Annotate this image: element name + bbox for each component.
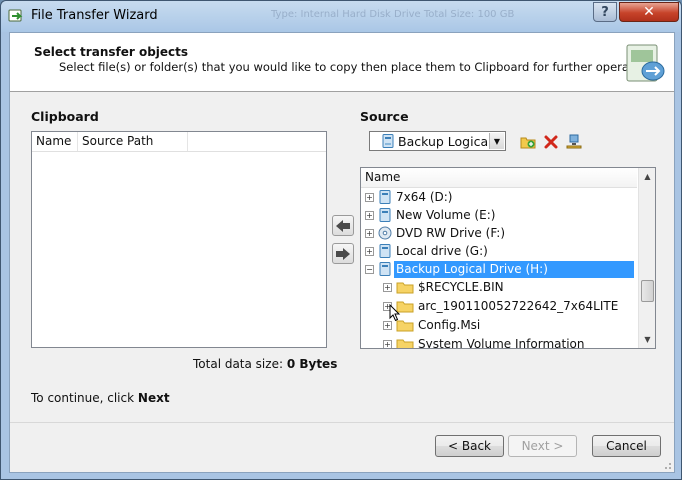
next-button[interactable]: Next > xyxy=(508,435,577,457)
drive-icon xyxy=(379,190,391,204)
tree-column-name[interactable]: Name xyxy=(361,168,637,188)
total-value: 0 Bytes xyxy=(286,357,338,371)
tree-item-label: System Volume Information xyxy=(418,336,585,349)
tree-item-recycle-bin[interactable]: + $RECYCLE.BIN xyxy=(383,278,506,296)
total-data-size: Total data size: 0 Bytes xyxy=(193,357,337,371)
resize-grip-icon[interactable] xyxy=(662,460,672,470)
tree-item-label: DVD RW Drive (F:) xyxy=(396,225,506,240)
tree-item-drive-g[interactable]: + Local drive (G:) xyxy=(365,242,490,260)
expand-icon[interactable]: + xyxy=(365,228,374,238)
expand-icon[interactable]: + xyxy=(365,210,374,220)
tree-item-drive-h[interactable]: − Backup Logical Drive (H:) xyxy=(365,260,634,278)
tree-item-label: Config.Msi xyxy=(418,317,481,332)
folder-icon xyxy=(396,282,414,294)
clipboard-list[interactable]: Name Source Path xyxy=(31,131,327,348)
collapse-icon[interactable]: − xyxy=(365,264,374,274)
scroll-thumb[interactable] xyxy=(641,280,654,302)
help-button[interactable]: ? xyxy=(593,2,617,22)
tree-item-label: Local drive (G:) xyxy=(396,243,488,258)
cancel-button[interactable]: Cancel xyxy=(592,435,661,457)
wizard-body: Select transfer objects Select file(s) o… xyxy=(9,32,675,473)
transfer-app-icon xyxy=(8,9,23,22)
tree-item-label: arc_190110052722642_7x64LITE xyxy=(418,298,619,313)
drive-icon xyxy=(379,262,391,276)
source-label: Source xyxy=(360,109,409,124)
scroll-down-icon[interactable]: ▼ xyxy=(639,331,655,348)
source-dropdown[interactable]: Backup Logical Drive (H:) ▼ xyxy=(369,131,506,151)
tree-item-drive-e[interactable]: + New Volume (E:) xyxy=(365,206,497,224)
column-source-path[interactable]: Source Path xyxy=(78,132,188,151)
continue-prefix: To continue, click xyxy=(31,391,135,405)
tree-item-drive-f[interactable]: + DVD RW Drive (F:) xyxy=(365,224,507,242)
drive-icon xyxy=(382,134,394,148)
tree-item-system-volume[interactable]: + System Volume Information xyxy=(383,335,586,349)
wizard-header: Select transfer objects Select file(s) o… xyxy=(10,33,674,92)
source-tree[interactable]: Name + 7x64 (D:) + New Volume (E:) + DVD… xyxy=(360,167,656,349)
page-subtitle: Select file(s) or folder(s) that you wou… xyxy=(59,60,661,74)
tree-item-label: $RECYCLE.BIN xyxy=(418,279,504,294)
background-window-text: Type: Internal Hard Disk Drive Total Siz… xyxy=(271,9,515,20)
arrow-right-icon xyxy=(336,247,350,260)
wizard-logo-icon xyxy=(626,44,665,82)
footer-divider xyxy=(10,422,674,423)
tree-item-drive-d[interactable]: + 7x64 (D:) xyxy=(365,188,454,206)
move-to-clipboard-button[interactable] xyxy=(332,215,354,236)
total-label: Total data size: xyxy=(193,357,283,371)
expand-icon[interactable]: + xyxy=(383,339,392,348)
delete-icon[interactable] xyxy=(543,134,559,150)
dvd-drive-icon xyxy=(378,226,392,240)
tree-scrollbar[interactable]: ▲ ▼ xyxy=(638,168,655,348)
column-name[interactable]: Name xyxy=(32,132,78,151)
expand-icon[interactable]: + xyxy=(365,192,374,202)
folder-icon xyxy=(396,339,414,348)
drive-icon xyxy=(379,208,391,222)
scroll-up-icon[interactable]: ▲ xyxy=(639,168,655,185)
chevron-down-icon[interactable]: ▼ xyxy=(489,133,504,149)
drive-icon xyxy=(379,244,391,258)
move-to-source-button[interactable] xyxy=(332,243,354,264)
wizard-window: File Transfer Wizard Type: Internal Hard… xyxy=(0,0,682,480)
tree-item-arc-folder[interactable]: + arc_190110052722642_7x64LITE xyxy=(383,297,620,315)
expand-icon[interactable]: + xyxy=(365,246,374,256)
clipboard-label: Clipboard xyxy=(31,109,99,124)
page-title: Select transfer objects xyxy=(34,45,189,59)
network-drive-icon[interactable] xyxy=(566,134,582,150)
source-dropdown-value: Backup Logical Drive (H:) xyxy=(398,133,494,149)
continue-next: Next xyxy=(137,391,170,405)
clipboard-list-header: Name Source Path xyxy=(32,132,326,152)
arrow-left-icon xyxy=(336,219,350,232)
expand-icon[interactable]: + xyxy=(383,282,392,292)
mouse-cursor-icon xyxy=(389,304,401,322)
tree-item-label: New Volume (E:) xyxy=(396,207,496,222)
back-button[interactable]: < Back xyxy=(435,435,504,457)
window-title: File Transfer Wizard xyxy=(31,8,158,23)
title-bar[interactable]: File Transfer Wizard Type: Internal Hard… xyxy=(1,1,681,32)
continue-hint: To continue, click Next xyxy=(31,391,170,405)
add-folder-icon[interactable] xyxy=(520,134,536,150)
tree-item-label: 7x64 (D:) xyxy=(396,189,453,204)
tree-item-label: Backup Logical Drive (H:) xyxy=(394,260,634,278)
close-button[interactable]: ✕ xyxy=(619,2,679,22)
